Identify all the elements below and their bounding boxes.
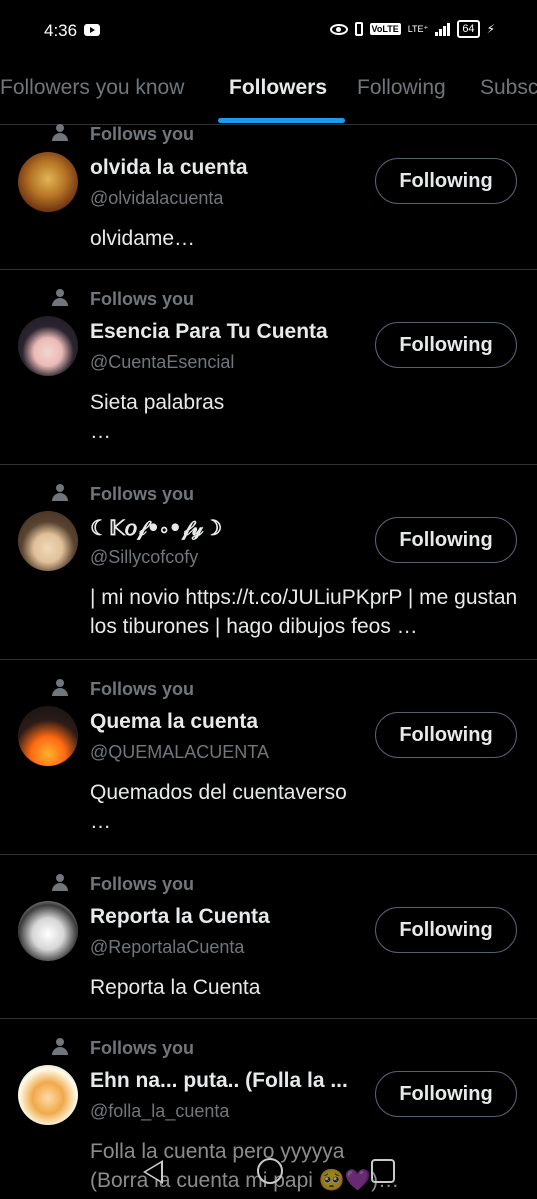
handle[interactable]: @CuentaEsencial: [90, 352, 234, 373]
status-time: 4:36: [44, 21, 78, 40]
system-nav-bar: [0, 1152, 537, 1199]
display-name[interactable]: Ehn na... puta.. (Folla la ...: [90, 1069, 348, 1093]
follower-row[interactable]: Follows you olvida la cuenta @olvidalacu…: [0, 124, 537, 270]
status-icons: VoLTE LTE⁺ 64 ⚡: [329, 20, 495, 38]
tab-followers-you-know[interactable]: Followers you know: [0, 76, 184, 100]
avatar[interactable]: [18, 901, 78, 961]
youtube-icon: [84, 24, 100, 36]
display-name[interactable]: olvida la cuenta: [90, 156, 248, 180]
bio: Sieta palabras …: [90, 391, 225, 443]
follower-row[interactable]: Follows you Esencia Para Tu Cuenta @Cuen…: [0, 269, 537, 465]
follows-you-label: Follows you: [90, 484, 195, 504]
follows-you-label: Follows you: [90, 679, 195, 699]
volte-badge: VoLTE: [369, 23, 401, 35]
status-bar: 4:36 VoLTE LTE⁺ 64 ⚡: [0, 0, 537, 62]
handle[interactable]: @Sillycofcofy: [90, 547, 198, 568]
tab-bar: Followers you know Followers Following S…: [0, 62, 537, 125]
person-icon: [52, 874, 68, 892]
following-button[interactable]: Following: [375, 517, 517, 563]
bio: olvidame…: [90, 227, 196, 250]
display-name[interactable]: Esencia Para Tu Cuenta: [90, 320, 328, 344]
following-button[interactable]: Following: [375, 1071, 517, 1117]
home-icon[interactable]: [257, 1158, 283, 1184]
follower-row[interactable]: Follows you Quema la cuenta @QUEMALACUEN…: [0, 659, 537, 855]
avatar[interactable]: [18, 706, 78, 766]
tab-followers[interactable]: Followers: [229, 76, 327, 100]
follows-you-label: Follows you: [90, 1038, 195, 1058]
tab-subscriptions[interactable]: Subscriptions: [480, 76, 537, 100]
vibrate-icon: [354, 22, 363, 36]
eye-icon: [329, 23, 348, 35]
follows-you-label: Follows you: [90, 874, 195, 894]
recents-icon[interactable]: [371, 1159, 395, 1183]
battery-icon: 64: [457, 20, 480, 38]
follower-row[interactable]: Follows you Reporta la Cuenta @Reportala…: [0, 854, 537, 1019]
active-tab-indicator: [218, 118, 345, 123]
follower-row[interactable]: Follows you ☾𝕂𝑜𝒻•⸰•𝒻𝓎☽ @Sillycofcofy | m…: [0, 464, 537, 660]
display-name[interactable]: Quema la cuenta: [90, 710, 258, 734]
follows-you-label: Follows you: [90, 289, 195, 309]
avatar[interactable]: [18, 152, 78, 212]
tab-following[interactable]: Following: [357, 76, 446, 100]
handle[interactable]: @QUEMALACUENTA: [90, 742, 269, 763]
person-icon: [52, 484, 68, 502]
handle[interactable]: @folla_la_cuenta: [90, 1101, 229, 1122]
following-button[interactable]: Following: [375, 322, 517, 368]
avatar[interactable]: [18, 316, 78, 376]
display-name[interactable]: ☾𝕂𝑜𝒻•⸰•𝒻𝓎☽: [90, 515, 222, 541]
signal-icon: [435, 22, 451, 36]
bio: | mi novio https://t.co/JULiuPKprP | me …: [90, 586, 518, 638]
bio: Reporta la Cuenta: [90, 976, 261, 999]
person-icon: [52, 124, 68, 142]
handle[interactable]: @ReportalaCuenta: [90, 937, 244, 958]
person-icon: [52, 289, 68, 307]
lte-label: LTE⁺: [407, 23, 429, 34]
display-name[interactable]: Reporta la Cuenta: [90, 905, 270, 929]
following-button[interactable]: Following: [375, 907, 517, 953]
back-icon[interactable]: [143, 1160, 163, 1184]
following-button[interactable]: Following: [375, 712, 517, 758]
bio: Quemados del cuentaverso …: [90, 781, 347, 833]
following-button[interactable]: Following: [375, 158, 517, 204]
avatar[interactable]: [18, 1065, 78, 1125]
follows-you-label: Follows you: [90, 124, 195, 144]
avatar[interactable]: [18, 511, 78, 571]
person-icon: [52, 1038, 68, 1056]
person-icon: [52, 679, 68, 697]
charging-icon: ⚡: [486, 22, 495, 36]
handle[interactable]: @olvidalacuenta: [90, 188, 223, 209]
